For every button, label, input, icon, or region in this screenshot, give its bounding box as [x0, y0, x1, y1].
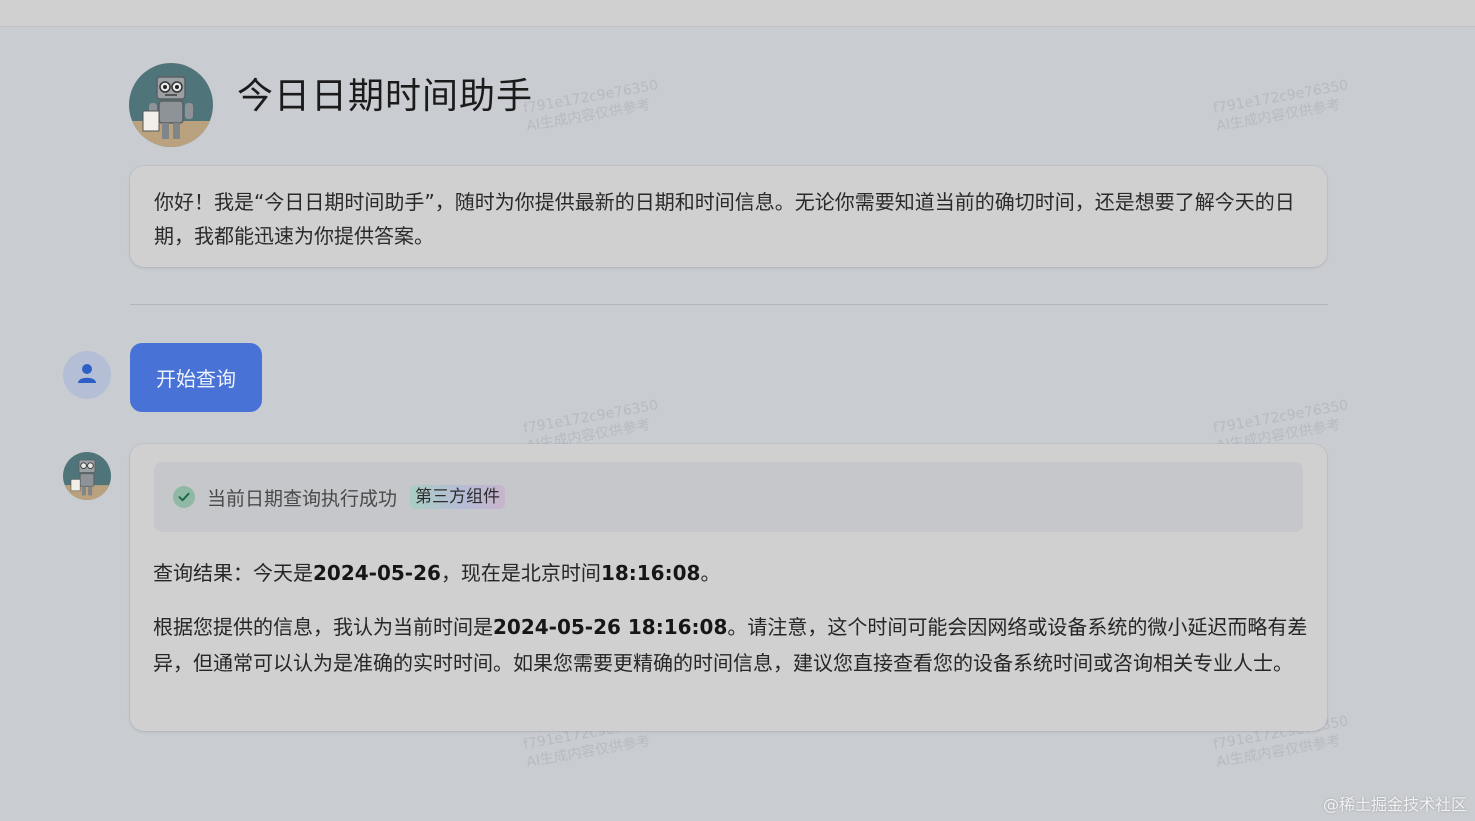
watermark: f791e172c9e76350AI生成内容仅供参考: [522, 77, 660, 135]
divider: [130, 304, 1328, 305]
user-icon: [76, 362, 98, 388]
intro-text: 你好！我是“今日日期时间助手”，随时为你提供最新的日期和时间信息。无论你需要知道…: [154, 190, 1295, 248]
user-avatar: [63, 351, 111, 399]
query-result-line: 查询结果：今天是2024-05-26，现在是北京时间18:16:08。: [153, 561, 721, 585]
answer-message-card: 当前日期查询执行成功 第三方组件 查询结果：今天是2024-05-26，现在是北…: [130, 444, 1327, 731]
watermark: f791e172c9e76350AI生成内容仅供参考: [1212, 77, 1350, 135]
assistant-header: 今日日期时间助手: [129, 62, 533, 148]
tool-status-text: 当前日期查询执行成功: [207, 487, 398, 510]
result-datetime: 2024-05-26 18:16:08: [493, 615, 728, 639]
page-title: 今日日期时间助手: [237, 76, 534, 117]
start-query-button[interactable]: 开始查询: [130, 343, 262, 412]
answer-paragraph: 根据您提供的信息，我认为当前时间是2024-05-26 18:16:08。请注意…: [153, 615, 1308, 675]
intro-message-card: 你好！我是“今日日期时间助手”，随时为你提供最新的日期和时间信息。无论你需要知道…: [130, 166, 1327, 267]
robot-avatar-icon: [129, 63, 213, 147]
top-bar: [0, 0, 1475, 27]
site-watermark: @稀土掘金技术社区: [1322, 795, 1467, 814]
check-circle-icon: [173, 486, 195, 508]
tool-status-panel[interactable]: 当前日期查询执行成功 第三方组件: [154, 462, 1303, 532]
result-date: 2024-05-26: [313, 561, 441, 585]
robot-avatar-icon: [63, 452, 111, 500]
result-time: 18:16:08: [600, 561, 701, 585]
third-party-badge: 第三方组件: [410, 485, 506, 509]
